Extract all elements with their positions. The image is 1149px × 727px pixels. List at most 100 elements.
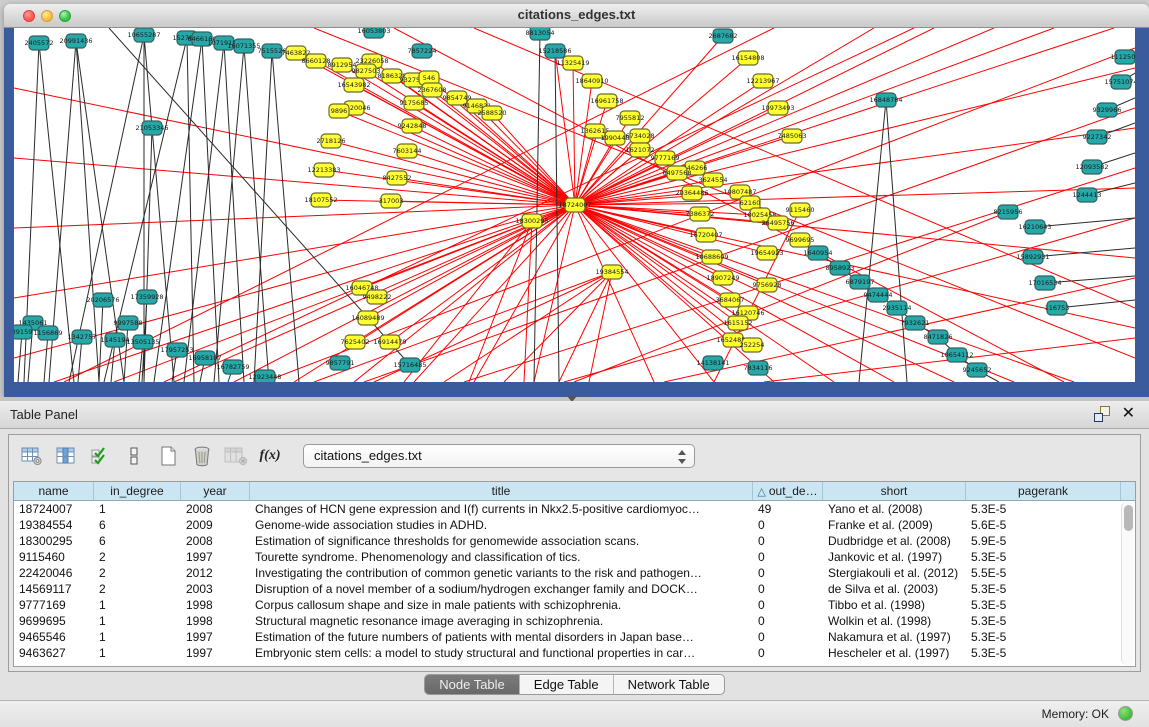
table-row[interactable]: 2242004622012Investigating the contribut…: [14, 565, 1135, 581]
table-source-dropdown[interactable]: citations_edges.txt: [303, 444, 695, 468]
graph-node[interactable]: 16848784: [869, 93, 902, 107]
graph-node[interactable]: 6734028: [626, 129, 655, 143]
graph-node[interactable]: 2588520: [478, 106, 507, 120]
graph-node[interactable]: 10973493: [761, 101, 794, 115]
graph-node[interactable]: 8427552: [383, 171, 412, 185]
graph-node[interactable]: 9896: [329, 104, 349, 118]
graph-node[interactable]: 3624554: [699, 173, 728, 187]
table-row[interactable]: 977716911998Corpus callosum shape and si…: [14, 597, 1135, 613]
table-row[interactable]: 1938455462009Genome-wide association stu…: [14, 517, 1135, 533]
graph-node[interactable]: 16720407: [689, 228, 722, 242]
graph-node[interactable]: 16914479: [373, 335, 406, 349]
graph-node[interactable]: 19654923: [750, 246, 783, 260]
graph-node[interactable]: 9474444: [864, 288, 893, 302]
graph-node[interactable]: 7857224: [408, 44, 437, 58]
graph-node[interactable]: 7625402: [341, 335, 370, 349]
table-row[interactable]: 969969511998Structural magnetic resonanc…: [14, 613, 1135, 629]
row-height-button[interactable]: [119, 441, 149, 471]
graph-node[interactable]: 21053346: [135, 121, 168, 135]
graph-node[interactable]: 16071355: [227, 39, 260, 53]
select-rows-button[interactable]: [85, 441, 115, 471]
graph-node[interactable]: 1621072: [626, 143, 655, 157]
graph-node[interactable]: 16210643: [1018, 220, 1051, 234]
table-row[interactable]: 946554611997Estimation of the future num…: [14, 629, 1135, 645]
graph-node[interactable]: 9827503: [352, 64, 381, 78]
graph-node[interactable]: 252254: [740, 338, 765, 352]
graph-node[interactable]: 9777169: [651, 151, 680, 165]
graph-node[interactable]: 7386372: [686, 207, 715, 221]
graph-node[interactable]: 3684067: [716, 293, 745, 307]
graph-node[interactable]: 7603144: [393, 144, 422, 158]
graph-node[interactable]: 15892931: [1016, 250, 1049, 264]
graph-node[interactable]: 1615152: [724, 316, 753, 330]
graph-node[interactable]: 13505135: [126, 335, 159, 349]
graph-node[interactable]: 7955812: [616, 111, 645, 125]
graph-node[interactable]: 8215956: [994, 205, 1023, 219]
delete-column-button[interactable]: [187, 441, 217, 471]
graph-node[interactable]: 15751074: [1104, 75, 1135, 89]
table-row[interactable]: 946362711997Embryonic stem cells: a mode…: [14, 645, 1135, 661]
float-panel-icon[interactable]: [1094, 406, 1110, 422]
graph-node[interactable]: 2718126: [317, 134, 346, 148]
graph-node[interactable]: 9245652: [963, 363, 992, 377]
graph-node[interactable]: 8958923: [826, 261, 855, 275]
graph-node[interactable]: 17359928: [130, 290, 163, 304]
graph-node[interactable]: 12093582: [1075, 160, 1108, 174]
column-header-pagerank[interactable]: pagerank: [966, 482, 1121, 500]
graph-node[interactable]: 6879197: [846, 275, 875, 289]
graph-node[interactable]: 8471826: [924, 330, 953, 344]
table-row[interactable]: 911546021997Tourette syndrome. Phenomeno…: [14, 549, 1135, 565]
graph-node[interactable]: 9329966: [1093, 103, 1122, 117]
vertical-scrollbar[interactable]: [1121, 502, 1134, 665]
graph-node[interactable]: 16053803: [357, 28, 390, 38]
column-header-year[interactable]: year: [181, 482, 250, 500]
graph-node[interactable]: 8813054: [526, 28, 555, 40]
graph-node[interactable]: 9498222: [363, 290, 392, 304]
column-header-in-degree[interactable]: in_degree: [94, 482, 181, 500]
graph-node[interactable]: 9997588: [114, 316, 143, 330]
graph-node[interactable]: 2935114: [883, 301, 912, 315]
graph-node[interactable]: 17016534: [1028, 276, 1061, 290]
graph-node[interactable]: 20206576: [86, 293, 119, 307]
graph-node[interactable]: 7485063: [778, 129, 807, 143]
graph-node[interactable]: 9699695: [786, 233, 815, 247]
table-row[interactable]: 1872400712008Changes of HCN gene express…: [14, 501, 1135, 517]
graph-node[interactable]: 39159: [14, 325, 32, 339]
graph-node[interactable]: 1244413: [1073, 188, 1102, 202]
delete-table-button-disabled[interactable]: [221, 441, 251, 471]
graph-node[interactable]: 1342757: [68, 330, 97, 344]
graph-node[interactable]: 16154808: [731, 51, 764, 65]
show-column-button[interactable]: [51, 441, 81, 471]
graph-node[interactable]: 1112504: [1111, 50, 1135, 64]
graph-node[interactable]: 9115460: [786, 203, 815, 217]
column-header-short[interactable]: short: [823, 482, 966, 500]
memory-status-indicator-icon[interactable]: [1118, 706, 1133, 721]
graph-node[interactable]: 18640910: [575, 74, 608, 88]
network-canvas[interactable]: 1872400724055722099143610655287152760764…: [14, 28, 1135, 382]
graph-node[interactable]: 2687682: [709, 29, 738, 43]
graph-node[interactable]: 1156869: [34, 326, 63, 340]
graph-node[interactable]: 9175685: [400, 96, 429, 110]
graph-node[interactable]: 12213383: [307, 163, 340, 177]
scrollbar-thumb[interactable]: [1124, 505, 1133, 531]
graph-node[interactable]: 16543982: [337, 78, 370, 92]
table-row[interactable]: 1830029562008Estimation of significance …: [14, 533, 1135, 549]
graph-node[interactable]: 9227342: [1083, 130, 1112, 144]
network-window-titlebar[interactable]: citations_edges.txt: [4, 4, 1149, 28]
graph-node[interactable]: 10655287: [127, 28, 160, 42]
graph-node[interactable]: 14138141: [696, 356, 729, 370]
graph-node[interactable]: 9857791: [326, 356, 355, 370]
table-row[interactable]: 1456911722003Disruption of a novel membe…: [14, 581, 1135, 597]
graph-node[interactable]: 8660128: [302, 54, 331, 68]
graph-node[interactable]: 16089489: [351, 311, 384, 325]
graph-node[interactable]: 20991436: [59, 34, 92, 48]
table-settings-button[interactable]: [17, 441, 47, 471]
column-header-out-de-[interactable]: △out_de…: [753, 482, 823, 500]
close-panel-icon[interactable]: ✕: [1122, 406, 1135, 422]
column-header-name[interactable]: name: [14, 482, 94, 500]
graph-node[interactable]: 9242848: [398, 119, 427, 133]
graph-node[interactable]: 2405572: [25, 36, 54, 50]
graph-node[interactable]: 18907249: [706, 271, 739, 285]
graph-node[interactable]: 18107552: [304, 193, 337, 207]
graph-node[interactable]: 10688609: [695, 250, 728, 264]
